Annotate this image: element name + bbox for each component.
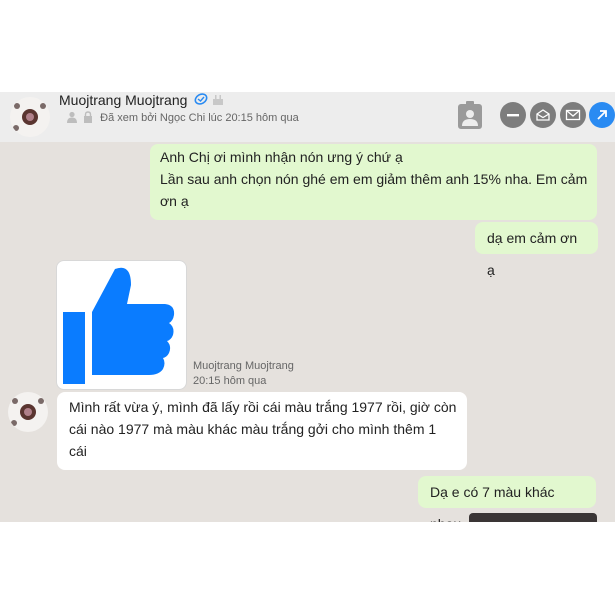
seen-text: Đã xem bởi Ngọc Chi lúc 20:15 hôm qua: [100, 112, 299, 124]
user-icon: [67, 111, 77, 123]
image-attachment-preview[interactable]: [469, 513, 597, 522]
message-line: cái nào 1977 mà màu khác màu trắng gởi c…: [69, 421, 437, 437]
sender-avatar[interactable]: [8, 392, 48, 432]
envelope-button[interactable]: [560, 102, 586, 128]
message-bubble-received[interactable]: Mình rất vừa ý, mình đã lấy rồi cái màu …: [57, 392, 467, 470]
chat-window: Muojtrang Muojtrang Đã xem bởi Ngọc Chi …: [0, 92, 615, 522]
like-sticker[interactable]: [56, 260, 187, 390]
contact-avatar[interactable]: [10, 97, 50, 137]
message-time: 20:15 hôm qua: [193, 375, 267, 387]
message-line: Lần sau anh chọn nón ghé em em giảm thêm…: [160, 171, 588, 187]
cake-icon: [213, 95, 223, 105]
chat-header: Muojtrang Muojtrang Đã xem bởi Ngọc Chi …: [0, 92, 615, 142]
message-bubble-sent[interactable]: Anh Chị ơi mình nhận nón ưng ý chứ ạ Lần…: [150, 144, 597, 220]
message-line: Mình rất vừa ý, mình đã lấy rồi cái màu …: [69, 399, 457, 415]
sender-name: Muojtrang Muojtrang: [193, 360, 294, 372]
mail-button[interactable]: [530, 102, 556, 128]
message-bubble-sent[interactable]: dạ em cảm ơn ạ: [475, 222, 598, 278]
contact-name[interactable]: Muojtrang Muojtrang: [59, 92, 187, 108]
contact-card-icon[interactable]: [457, 100, 483, 130]
message-bubble-sent[interactable]: Dạ e có 7 màu khác nhau: [418, 476, 596, 522]
seen-status: Đã xem bởi Ngọc Chi lúc 20:15 hôm qua: [66, 111, 299, 124]
thumbs-up-icon: [63, 267, 175, 384]
minimize-button[interactable]: [500, 102, 526, 128]
message-line: Anh Chị ơi mình nhận nón ưng ý chứ ạ: [160, 149, 403, 165]
message-text: dạ em cảm ơn ạ: [487, 230, 578, 278]
envelope-icon: [565, 109, 581, 121]
verified-icon: [194, 93, 208, 105]
lock-icon: [84, 111, 93, 123]
message-line: cái: [69, 443, 87, 459]
mail-icon: [536, 109, 550, 121]
share-button[interactable]: [589, 102, 615, 128]
share-icon: [597, 110, 607, 120]
message-line: ơn ạ: [160, 193, 189, 209]
minimize-icon: [507, 114, 519, 117]
